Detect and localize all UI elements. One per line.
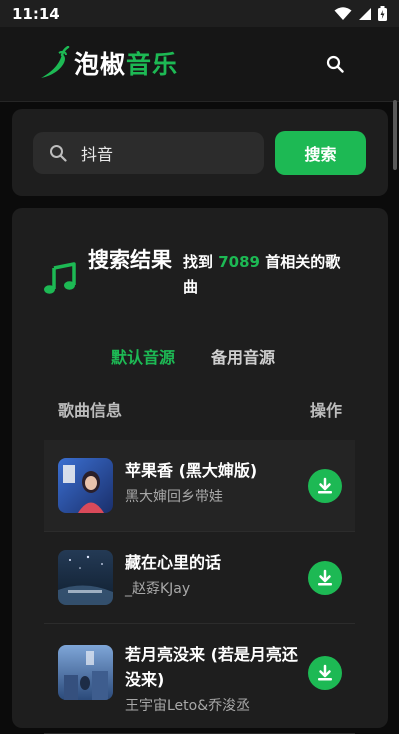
brand-text-part1: 泡椒 xyxy=(74,50,127,79)
song-row[interactable]: 苹果香 (黑大婶版) 黑大婶回乡带娃 xyxy=(44,440,355,532)
signal-icon xyxy=(359,7,371,20)
download-button[interactable] xyxy=(308,469,342,503)
source-tabs: 默认音源 备用音源 xyxy=(111,344,275,368)
song-artist: 黑大婶回乡带娃 xyxy=(125,489,223,505)
column-song-info: 歌曲信息 xyxy=(58,401,123,420)
music-note-icon xyxy=(44,262,76,294)
download-icon xyxy=(318,664,332,681)
album-cover-art xyxy=(58,458,113,513)
column-action: 操作 xyxy=(309,401,342,420)
song-row[interactable]: 若月亮没来 (若是月亮还没来) 王宇宙Leto&乔浚丞 xyxy=(44,624,355,734)
search-icon xyxy=(326,55,344,73)
status-bar: 11:14 xyxy=(0,0,399,27)
download-icon xyxy=(318,569,332,586)
search-icon xyxy=(50,145,67,162)
chili-pepper-icon xyxy=(41,46,70,78)
song-title: 藏在心里的话 xyxy=(125,553,222,572)
brand-text-part2: 音乐 xyxy=(126,50,179,79)
song-artist: 王宇宙Leto&乔浚丞 xyxy=(125,698,251,714)
results-header: 搜索结果 找到 7089 首相关的歌曲 xyxy=(42,244,353,300)
song-artist: _赵孬KJay xyxy=(125,581,191,597)
song-info: 若月亮没来 (若是月亮还没来) 王宇宙Leto&乔浚丞 xyxy=(125,642,301,717)
search-panel: 抖音 搜索 xyxy=(12,109,388,196)
song-row[interactable]: 藏在心里的话 _赵孬KJay xyxy=(44,532,355,624)
search-input[interactable]: 抖音 xyxy=(33,132,264,174)
song-list: 苹果香 (黑大婶版) 黑大婶回乡带娃 藏在心里的话 _赵孬KJay 若月亮没来 … xyxy=(44,440,355,734)
app-brand-name: 泡椒音乐 xyxy=(74,45,178,81)
wifi-icon xyxy=(334,6,352,20)
search-input-value: 抖音 xyxy=(81,145,114,164)
search-results-panel: 搜索结果 找到 7089 首相关的歌曲 默认音源 备用音源 歌曲信息 操作 苹果… xyxy=(12,208,388,734)
app-header: 泡椒音乐 xyxy=(0,27,399,102)
results-count-prefix: 找到 xyxy=(183,253,219,271)
search-button[interactable]: 搜索 xyxy=(275,131,366,175)
album-cover xyxy=(58,458,113,513)
album-cover xyxy=(58,645,113,700)
download-button[interactable] xyxy=(308,561,342,595)
battery-icon xyxy=(378,6,387,21)
results-count: 找到 7089 首相关的歌曲 xyxy=(183,250,353,300)
tab-default-source[interactable]: 默认音源 xyxy=(111,344,175,368)
song-info: 藏在心里的话 _赵孬KJay xyxy=(125,550,301,600)
download-icon xyxy=(318,477,332,494)
app-logo[interactable]: 泡椒音乐 xyxy=(38,45,178,81)
scrollbar-thumb[interactable] xyxy=(393,100,397,170)
tab-backup-source[interactable]: 备用音源 xyxy=(211,344,275,368)
song-title: 苹果香 (黑大婶版) xyxy=(125,461,258,480)
album-cover-art xyxy=(58,645,113,700)
download-button[interactable] xyxy=(308,656,342,690)
table-header: 歌曲信息 操作 xyxy=(58,397,342,421)
status-time: 11:14 xyxy=(12,4,60,23)
results-title: 搜索结果 xyxy=(88,248,172,272)
album-cover xyxy=(58,550,113,605)
album-cover-art xyxy=(58,550,113,605)
header-search-button[interactable] xyxy=(323,52,347,76)
song-info: 苹果香 (黑大婶版) 黑大婶回乡带娃 xyxy=(125,458,301,508)
song-title: 若月亮没来 (若是月亮还没来) xyxy=(125,645,298,689)
results-count-number: 7089 xyxy=(218,253,260,271)
status-icons xyxy=(334,6,387,21)
